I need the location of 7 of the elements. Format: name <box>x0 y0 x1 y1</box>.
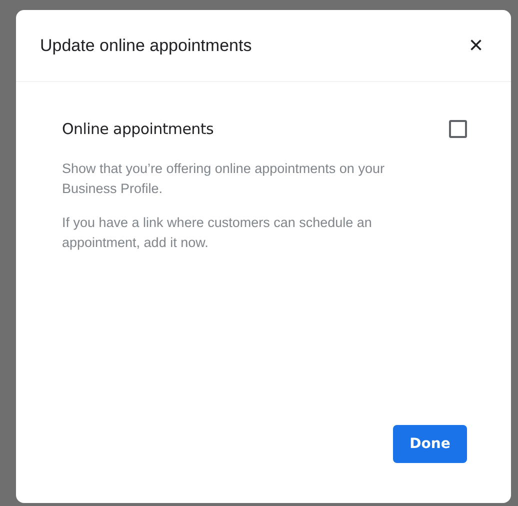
description-text: If you have a link where customers can schedule an appointment, add it now. <box>62 214 373 252</box>
checkbox[interactable] <box>449 120 467 138</box>
done-button[interactable]: Done <box>393 425 467 463</box>
description-text: Show that you’re offering online appointments on your Business Profile. <box>62 160 386 198</box>
dialog-title: Update online appointments <box>40 34 252 57</box>
close-button[interactable]: × <box>468 34 483 58</box>
option-label: Online appointments <box>62 119 214 140</box>
